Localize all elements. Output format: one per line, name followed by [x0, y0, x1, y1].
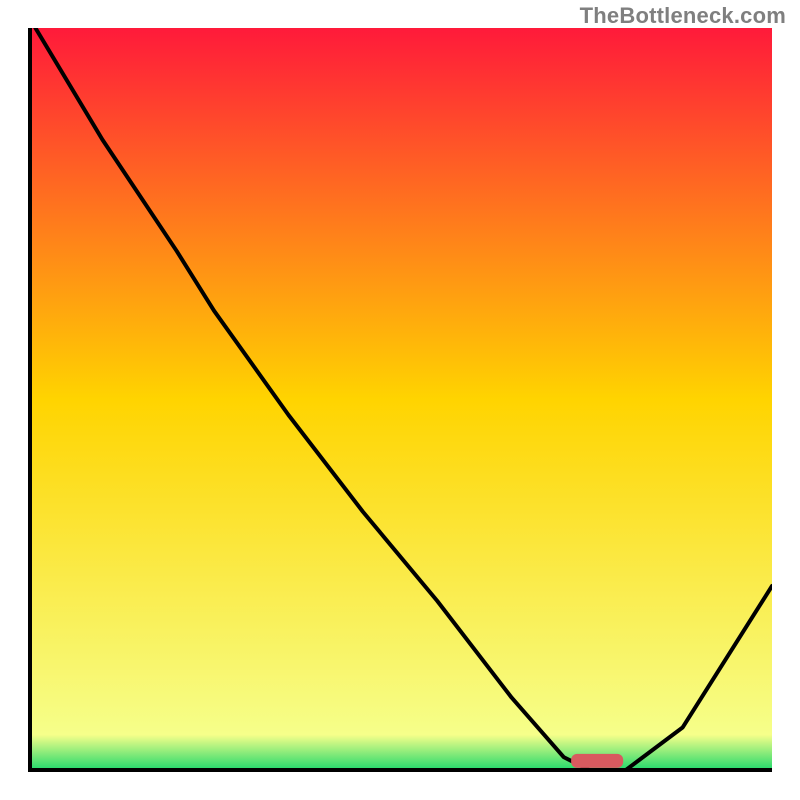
- bottleneck-chart: [28, 28, 772, 772]
- chart-container: TheBottleneck.com: [0, 0, 800, 800]
- watermark-text: TheBottleneck.com: [580, 3, 786, 29]
- gradient-background: [28, 28, 772, 772]
- optimal-marker: [571, 754, 623, 768]
